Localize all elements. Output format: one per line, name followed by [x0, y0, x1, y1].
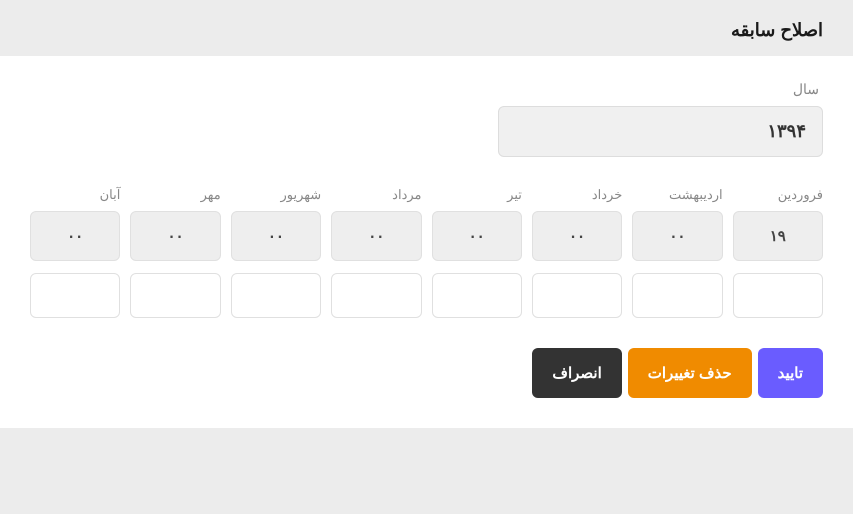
month-label: خرداد — [532, 187, 622, 203]
month-col: خرداد ۰۰ — [532, 187, 622, 261]
month-cell[interactable]: ۰۰ — [532, 211, 622, 261]
row2-cell[interactable] — [331, 273, 421, 318]
header: اصلاح سابقه — [0, 0, 853, 56]
month-cell[interactable]: ۰۰ — [30, 211, 120, 261]
month-col: فروردین ۱۹ — [733, 187, 823, 261]
month-cell[interactable]: ۰۰ — [231, 211, 321, 261]
main-content: سال فروردین ۱۹ اردیبهشت ۰۰ خرداد ۰۰ تیر … — [0, 56, 853, 428]
year-input[interactable] — [498, 106, 823, 157]
month-col: شهریور ۰۰ — [231, 187, 321, 261]
row2-cell[interactable] — [130, 273, 220, 318]
month-label: مهر — [130, 187, 220, 203]
row2-cell[interactable] — [30, 273, 120, 318]
month-cell[interactable]: ۰۰ — [130, 211, 220, 261]
months-row: فروردین ۱۹ اردیبهشت ۰۰ خرداد ۰۰ تیر ۰۰ م… — [30, 187, 823, 261]
month-cell[interactable]: ۱۹ — [733, 211, 823, 261]
month-col: تیر ۰۰ — [432, 187, 522, 261]
row2-cell[interactable] — [733, 273, 823, 318]
month-col: آبان ۰۰ — [30, 187, 120, 261]
month-col: مهر ۰۰ — [130, 187, 220, 261]
delete-changes-button[interactable]: حذف تغییرات — [628, 348, 752, 398]
row2-cell[interactable] — [432, 273, 522, 318]
month-label: تیر — [432, 187, 522, 203]
month-cell[interactable]: ۰۰ — [331, 211, 421, 261]
confirm-button[interactable]: تایید — [758, 348, 823, 398]
month-label: آبان — [30, 187, 120, 203]
month-col: اردیبهشت ۰۰ — [632, 187, 722, 261]
month-label: شهریور — [231, 187, 321, 203]
month-cell[interactable]: ۰۰ — [632, 211, 722, 261]
actions: تایید حذف تغییرات انصراف — [30, 348, 823, 398]
cancel-button[interactable]: انصراف — [532, 348, 621, 398]
row2-cell[interactable] — [532, 273, 622, 318]
month-cell[interactable]: ۰۰ — [432, 211, 522, 261]
year-section: سال — [30, 81, 823, 157]
month-col: مرداد ۰۰ — [331, 187, 421, 261]
month-label: اردیبهشت — [632, 187, 722, 203]
month-label: مرداد — [331, 187, 421, 203]
footer-space — [0, 428, 853, 488]
second-row — [30, 273, 823, 318]
month-label: فروردین — [733, 187, 823, 203]
page-title: اصلاح سابقه — [30, 20, 823, 41]
year-label: سال — [793, 81, 823, 98]
row2-cell[interactable] — [231, 273, 321, 318]
year-input-wrap — [498, 106, 823, 157]
row2-cell[interactable] — [632, 273, 722, 318]
